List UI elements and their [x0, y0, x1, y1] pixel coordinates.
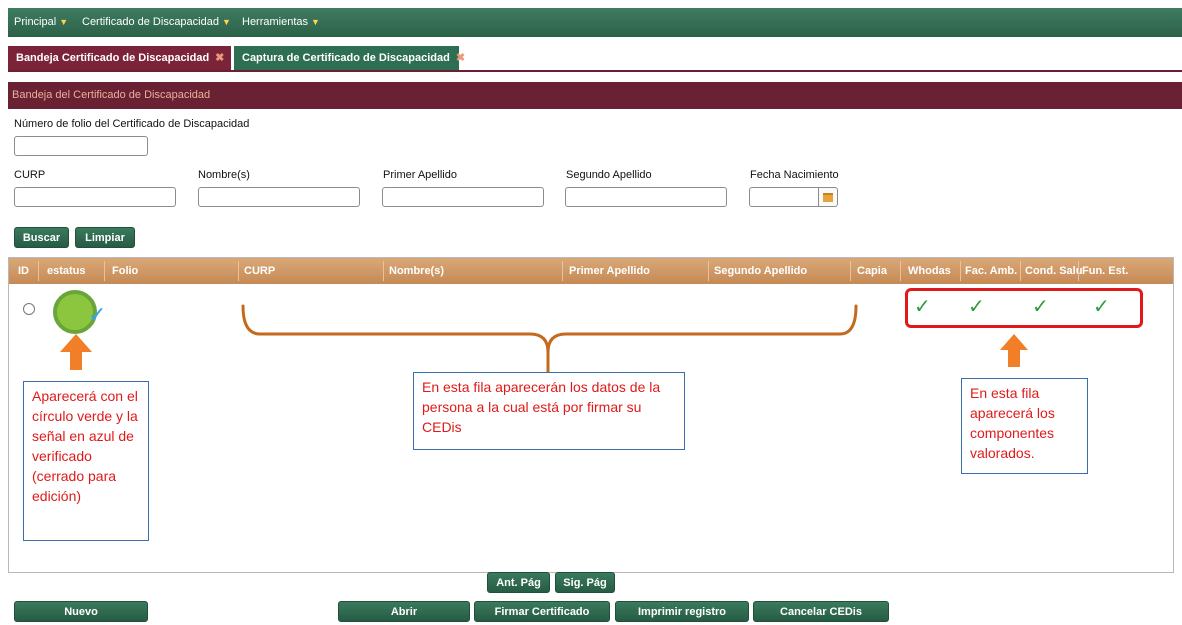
sig-pag-button[interactable]: Sig. Pág: [555, 572, 615, 593]
cancelar-cedis-button[interactable]: Cancelar CEDis: [753, 601, 889, 622]
abrir-button[interactable]: Abrir: [338, 601, 470, 622]
bracket-icon: [241, 304, 858, 374]
up-arrow-icon: [1000, 334, 1028, 367]
annotation-right: En esta fila aparecerá los componentes v…: [961, 378, 1088, 474]
firmar-certificado-button[interactable]: Firmar Certificado: [474, 601, 610, 622]
nuevo-button[interactable]: Nuevo: [14, 601, 148, 622]
annotation-overlay: [60, 304, 1028, 374]
annotation-middle: En esta fila aparecerán los datos de la …: [413, 372, 685, 450]
annotation-left: Aparecerá con el círculo verde y la seña…: [23, 381, 149, 541]
up-arrow-icon: [60, 334, 92, 370]
imprimir-registro-button[interactable]: Imprimir registro: [615, 601, 749, 622]
ant-pag-button[interactable]: Ant. Pág: [487, 572, 550, 593]
